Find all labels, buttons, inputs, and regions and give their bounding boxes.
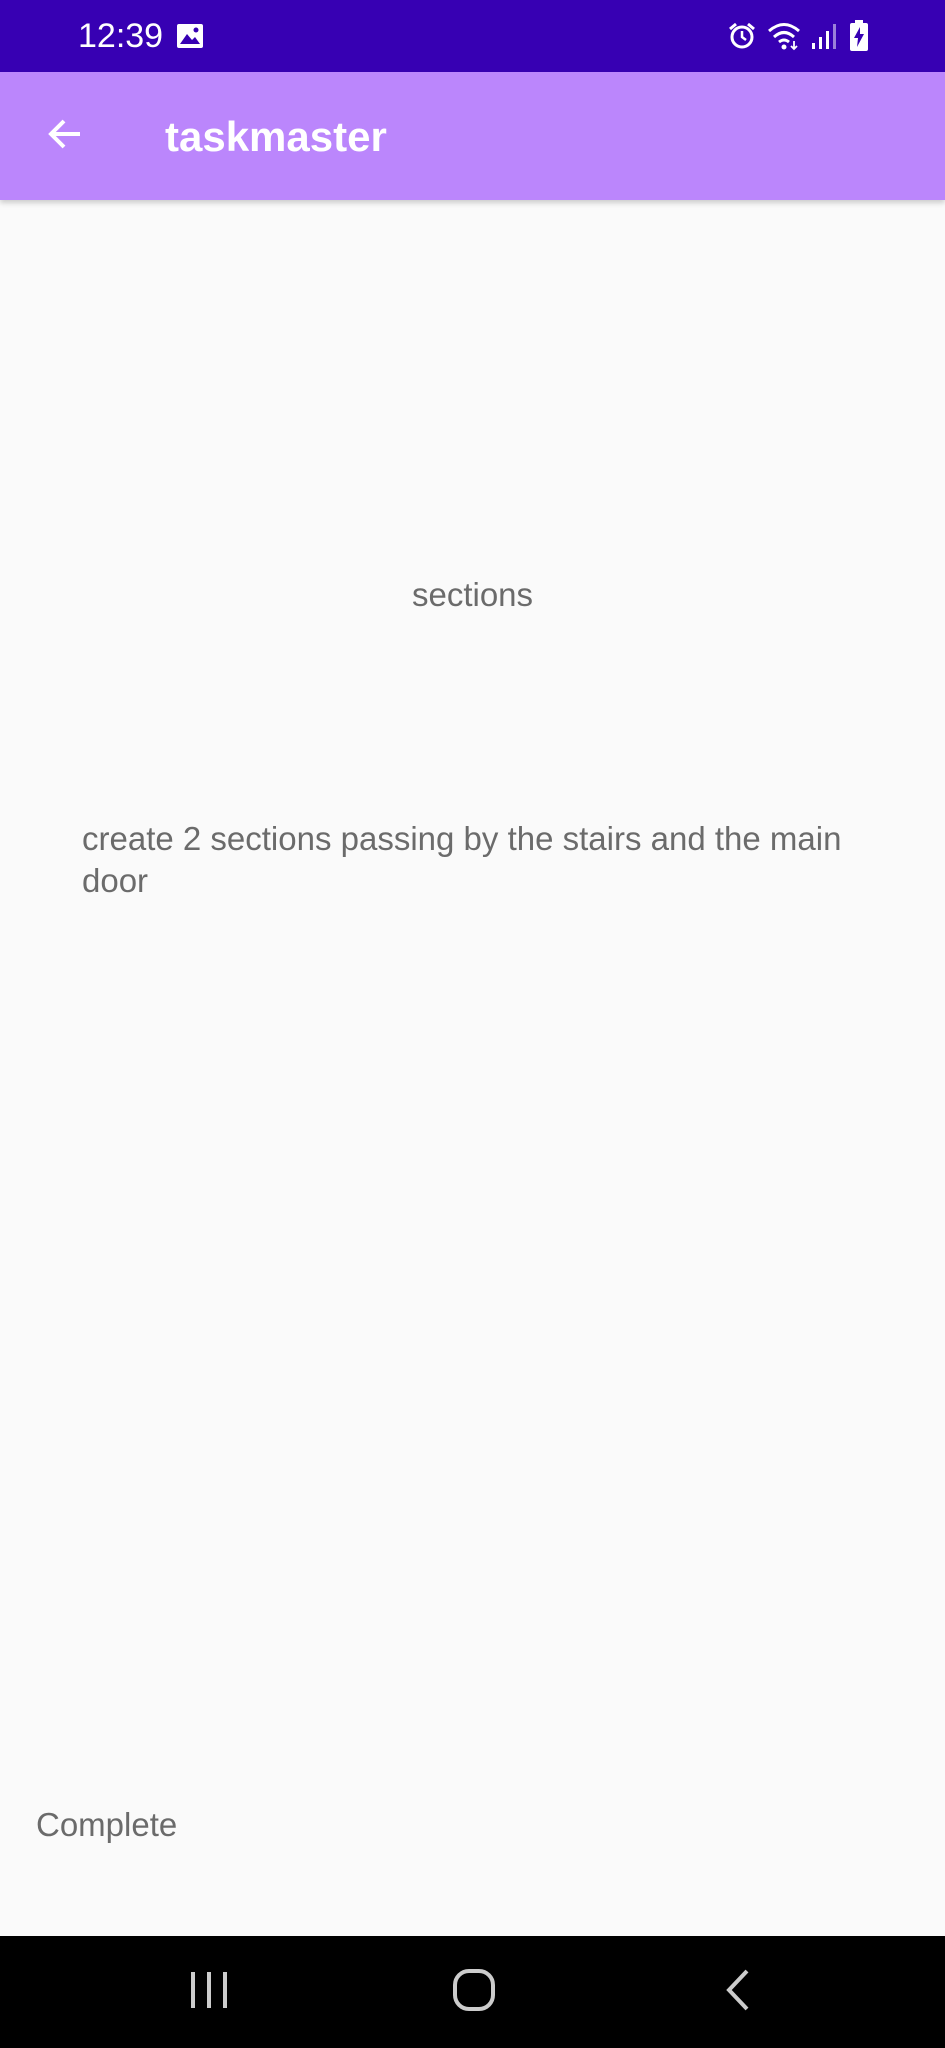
app-bar: taskmaster <box>0 72 945 200</box>
battery-charging-icon <box>849 20 869 52</box>
home-button[interactable] <box>414 1936 534 2048</box>
arrow-back-icon <box>44 114 84 159</box>
navigation-bar <box>0 1936 945 2048</box>
recents-button[interactable] <box>149 1936 269 2048</box>
back-button[interactable] <box>32 104 96 168</box>
back-icon <box>723 1968 753 2017</box>
signal-icon <box>811 21 839 51</box>
status-time: 12:39 <box>78 17 164 55</box>
recents-icon <box>187 1970 231 2015</box>
task-detail-screen: 12:39 taskmaster sections create 2 secti… <box>0 0 945 2048</box>
task-description: create 2 sections passing by the stairs … <box>82 820 842 899</box>
system-back-button[interactable] <box>678 1936 798 2048</box>
task-title: sections <box>411 576 534 613</box>
wifi-icon <box>767 21 801 51</box>
app-title: taskmaster <box>165 113 387 160</box>
task-status: Complete <box>36 1806 178 1843</box>
alarm-icon <box>727 21 757 51</box>
gallery-icon <box>176 22 204 50</box>
status-icons <box>727 18 869 54</box>
status-bar: 12:39 <box>0 0 945 72</box>
home-icon <box>452 1968 496 2017</box>
